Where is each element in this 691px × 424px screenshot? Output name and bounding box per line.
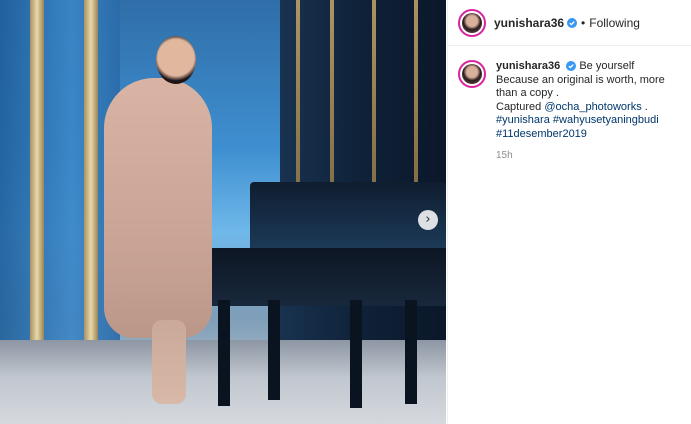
caption: yunishara36 Be yourself Because an origi… <box>448 46 691 163</box>
caption-line-3-suffix: . <box>641 100 648 113</box>
photo-bg-column <box>84 0 98 350</box>
header-separator: • <box>581 15 586 30</box>
photo-person-head <box>156 36 196 84</box>
header-username[interactable]: yunishara36 <box>494 16 564 30</box>
post-photo[interactable] <box>0 0 446 424</box>
post-header: yunishara36 • Following <box>448 0 691 46</box>
photo-piano <box>250 182 446 252</box>
hashtag-link[interactable]: #11desember2019 <box>496 128 587 140</box>
following-button[interactable]: Following <box>589 16 640 30</box>
photo-piano-body <box>212 248 446 306</box>
caption-avatar[interactable] <box>458 60 486 88</box>
caption-text: yunishara36 Be yourself Because an origi… <box>496 60 682 163</box>
post-sidebar: yunishara36 • Following yunishara36 Be y… <box>447 0 691 424</box>
avatar-image <box>462 12 482 33</box>
hashtag-link[interactable]: #yunishara <box>496 114 550 126</box>
photo-piano-leg <box>405 300 417 404</box>
next-photo-button[interactable]: › <box>418 210 438 230</box>
photo-person-legs <box>152 320 186 404</box>
caption-line-3-prefix: Captured <box>496 100 545 113</box>
photo-piano-leg <box>268 300 280 400</box>
caption-line-1: Be yourself <box>579 60 635 72</box>
photo-bg-window <box>0 0 120 340</box>
verified-badge-icon <box>566 61 577 72</box>
caption-username[interactable]: yunishara36 <box>496 60 560 72</box>
avatar-image <box>462 64 482 84</box>
photo-person <box>104 78 212 338</box>
hashtag-link[interactable]: #wahyusetyaningbudi <box>553 114 659 126</box>
post-time[interactable]: 15h <box>496 149 682 163</box>
avatar[interactable] <box>458 8 486 37</box>
photo-bg-column <box>30 0 44 350</box>
photo-piano-leg <box>218 300 230 406</box>
mention-link[interactable]: @ocha_photoworks <box>544 101 641 113</box>
verified-badge-icon <box>567 17 578 28</box>
chevron-right-icon: › <box>425 212 431 227</box>
photo-piano-leg <box>350 300 362 408</box>
caption-line-2: Because an original is worth, more than … <box>496 73 665 100</box>
